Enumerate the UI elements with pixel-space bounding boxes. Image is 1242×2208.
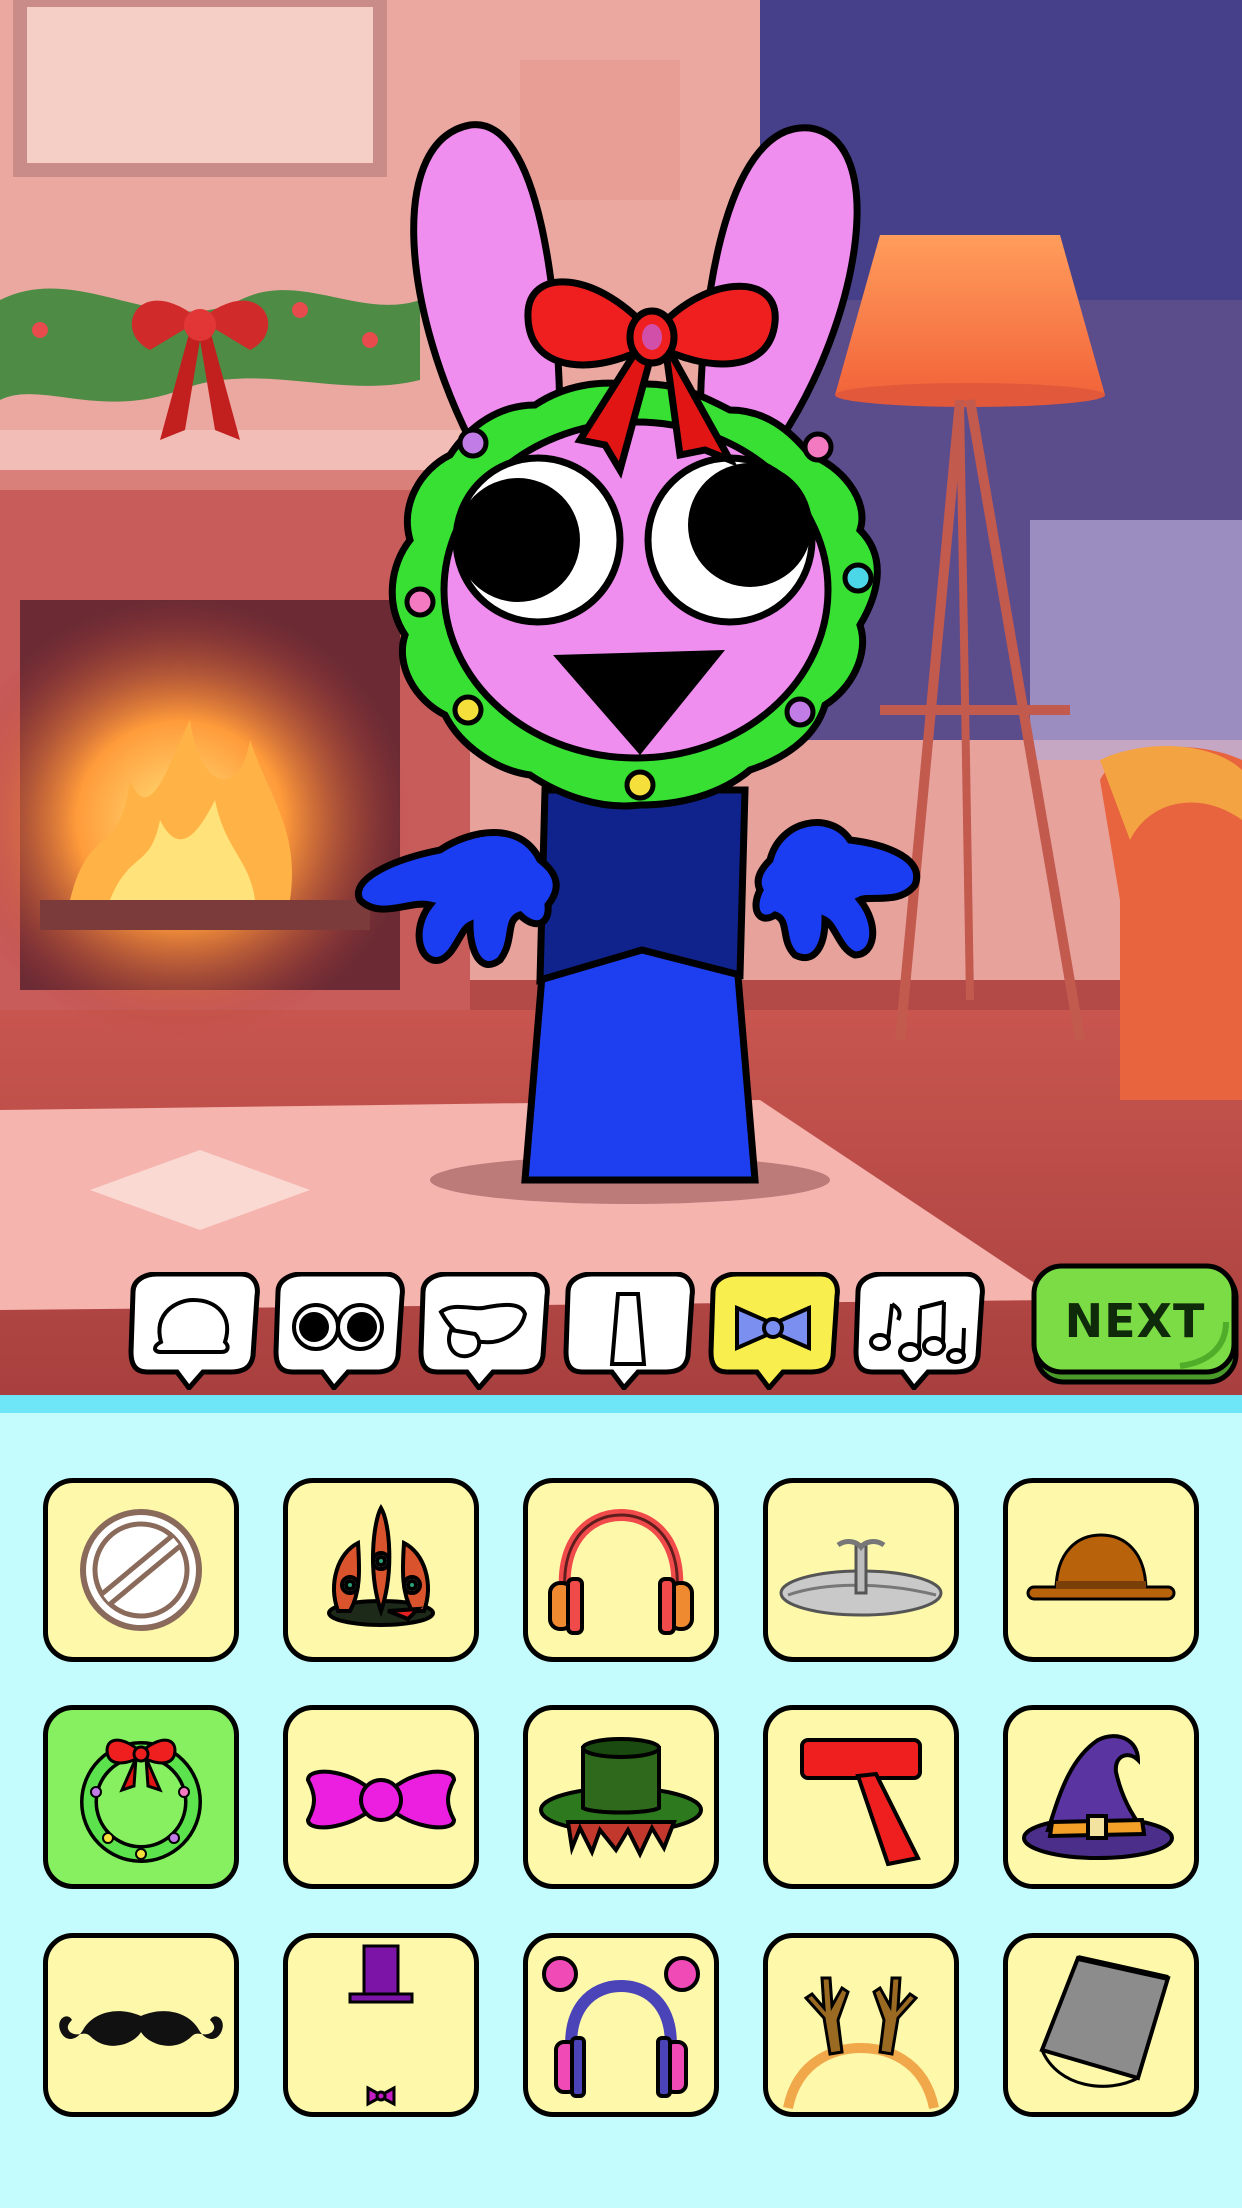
bucket-icon (1039, 1955, 1171, 2088)
item-headphones-red[interactable] (523, 1478, 719, 1662)
body-icon (609, 1292, 647, 1366)
tab-eyes[interactable] (268, 1272, 406, 1390)
witch-hat-icon (1022, 1734, 1174, 1860)
item-pom-headphones[interactable] (523, 1933, 719, 2117)
pom-headphones-icon (542, 1956, 700, 2098)
item-bow-tie[interactable] (283, 1705, 479, 1889)
tab-head[interactable] (123, 1272, 261, 1390)
item-feather-crown[interactable] (283, 1478, 479, 1662)
next-button[interactable]: NEXT (1030, 1262, 1240, 1388)
tab-music[interactable] (848, 1272, 986, 1390)
feather-crown-icon (327, 1503, 435, 1627)
item-none[interactable] (43, 1478, 239, 1662)
scarf-icon (800, 1738, 922, 1867)
item-reindeer-antlers[interactable] (763, 1933, 959, 2117)
wreath-icon (80, 1738, 202, 1863)
item-bowler-hat[interactable] (1003, 1478, 1199, 1662)
mini-top-hat-icon (348, 1944, 414, 2107)
character-scene (0, 0, 1242, 1395)
item-bucket[interactable] (1003, 1933, 1199, 2117)
bowler-hat-icon (1026, 1533, 1176, 1601)
item-propeller-disc[interactable] (763, 1478, 959, 1662)
antlers-icon (783, 1976, 939, 2110)
item-witch-hat[interactable] (1003, 1705, 1199, 1889)
none-icon (80, 1509, 202, 1631)
panel-top-strip (0, 1395, 1242, 1413)
bow-tie-icon (305, 1769, 457, 1830)
tab-body[interactable] (558, 1272, 696, 1390)
item-mini-top-hat-bowtie[interactable] (283, 1933, 479, 2117)
tab-accessory[interactable] (703, 1272, 841, 1390)
item-red-scarf[interactable] (763, 1705, 959, 1889)
item-christmas-wreath[interactable] (43, 1705, 239, 1889)
mustache-icon (59, 2011, 223, 2046)
item-mustache[interactable] (43, 1933, 239, 2117)
top-hat-icon (539, 1737, 703, 1859)
tab-mouth[interactable] (413, 1272, 551, 1390)
headphones-icon (548, 1508, 694, 1635)
item-slime-top-hat[interactable] (523, 1705, 719, 1889)
next-button-label: NEXT (1064, 1294, 1206, 1348)
propeller-disc-icon (779, 1539, 943, 1617)
accessory-panel (0, 1413, 1242, 2208)
